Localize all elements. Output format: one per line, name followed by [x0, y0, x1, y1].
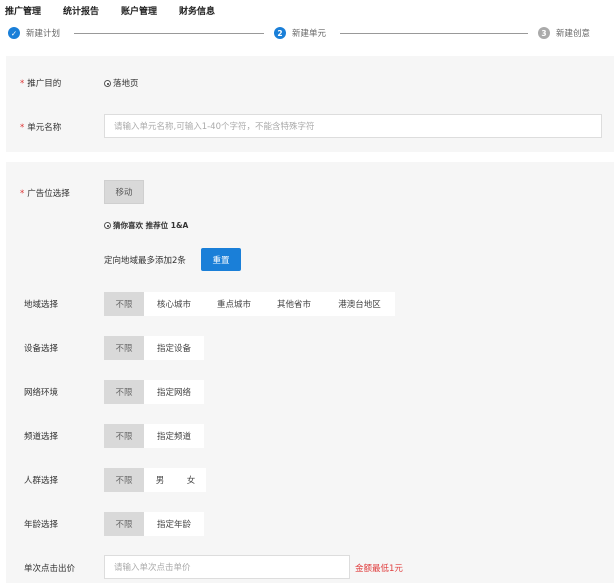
- adpos-radio[interactable]: 猜你喜欢 推荐位 1&A: [104, 220, 188, 231]
- age-option-unlimited[interactable]: 不限: [104, 512, 144, 536]
- audience-option-male[interactable]: 男: [144, 468, 176, 492]
- step-connector-2: [340, 33, 528, 34]
- audience-label: 人群选择: [24, 476, 59, 486]
- region-option-unlimited[interactable]: 不限: [104, 292, 144, 316]
- device-label: 设备选择: [24, 344, 59, 354]
- step-1: ✓ 新建计划: [8, 27, 60, 39]
- network-option-unlimited[interactable]: 不限: [104, 380, 144, 404]
- step-3-label: 新建创意: [556, 29, 591, 39]
- age-label: 年龄选择: [24, 520, 59, 530]
- mobile-button[interactable]: 移动: [104, 180, 144, 204]
- unit-name-input[interactable]: 请输入单元名称,可输入1-40个字符，不能含特殊字符: [104, 114, 602, 138]
- audience-selector: 不限 男 女: [104, 468, 206, 492]
- region-limit-text: 定向地域最多添加2条: [104, 256, 186, 266]
- region-label: 地域选择: [24, 300, 59, 310]
- bid-label: 单次点击出价: [24, 564, 76, 574]
- region-option-key[interactable]: 重点城市: [204, 292, 264, 316]
- adpos-label: * 广告位选择: [20, 189, 70, 199]
- region-option-core[interactable]: 核心城市: [144, 292, 204, 316]
- age-selector: 不限 指定年龄: [104, 512, 204, 536]
- purpose-radio[interactable]: 落地页: [104, 77, 139, 89]
- step-3-number-icon: 3: [538, 27, 550, 39]
- network-label: 网络环境: [24, 388, 59, 398]
- step-2: 2 新建单元: [274, 27, 326, 39]
- bid-min-hint: 金额最低1元: [355, 564, 403, 574]
- device-option-unlimited[interactable]: 不限: [104, 336, 144, 360]
- audience-option-female[interactable]: 女: [176, 468, 206, 492]
- step-2-number-icon: 2: [274, 27, 286, 39]
- age-option-specific[interactable]: 指定年龄: [144, 512, 204, 536]
- network-selector: 不限 指定网络: [104, 380, 204, 404]
- targeting-section: [6, 162, 614, 583]
- nav-finance[interactable]: 财务信息: [179, 4, 215, 17]
- step-2-label: 新建单元: [292, 29, 327, 39]
- channel-selector: 不限 指定频道: [104, 424, 204, 448]
- channel-option-unlimited[interactable]: 不限: [104, 424, 144, 448]
- network-option-specific[interactable]: 指定网络: [144, 380, 204, 404]
- audience-option-unlimited[interactable]: 不限: [104, 468, 144, 492]
- radio-selected-icon: [104, 222, 111, 229]
- purpose-label: * 推广目的: [20, 79, 62, 89]
- channel-option-specific[interactable]: 指定频道: [144, 424, 204, 448]
- check-icon: ✓: [8, 27, 20, 39]
- top-nav: 推广管理 统计报告 账户管理 财务信息: [0, 0, 614, 20]
- nav-account[interactable]: 账户管理: [121, 4, 157, 17]
- step-indicator: ✓ 新建计划 2 新建单元 3 新建创意: [0, 22, 614, 46]
- radio-selected-icon: [104, 80, 111, 87]
- step-connector-1: [74, 33, 264, 34]
- channel-label: 频道选择: [24, 432, 59, 442]
- bid-input[interactable]: 请输入单次点击单价: [104, 555, 350, 579]
- nav-promotion[interactable]: 推广管理: [5, 4, 41, 17]
- unit-name-label: * 单元名称: [20, 123, 62, 133]
- region-option-hkmotw[interactable]: 港澳台地区: [324, 292, 395, 316]
- step-3: 3 新建创意: [538, 27, 590, 39]
- region-selector: 不限 核心城市 重点城市 其他省市 港澳台地区: [104, 292, 395, 316]
- region-option-other[interactable]: 其他省市: [264, 292, 324, 316]
- step-1-label: 新建计划: [26, 29, 61, 39]
- reset-button[interactable]: 重置: [201, 248, 241, 271]
- nav-reports[interactable]: 统计报告: [63, 4, 99, 17]
- device-option-specific[interactable]: 指定设备: [144, 336, 204, 360]
- device-selector: 不限 指定设备: [104, 336, 204, 360]
